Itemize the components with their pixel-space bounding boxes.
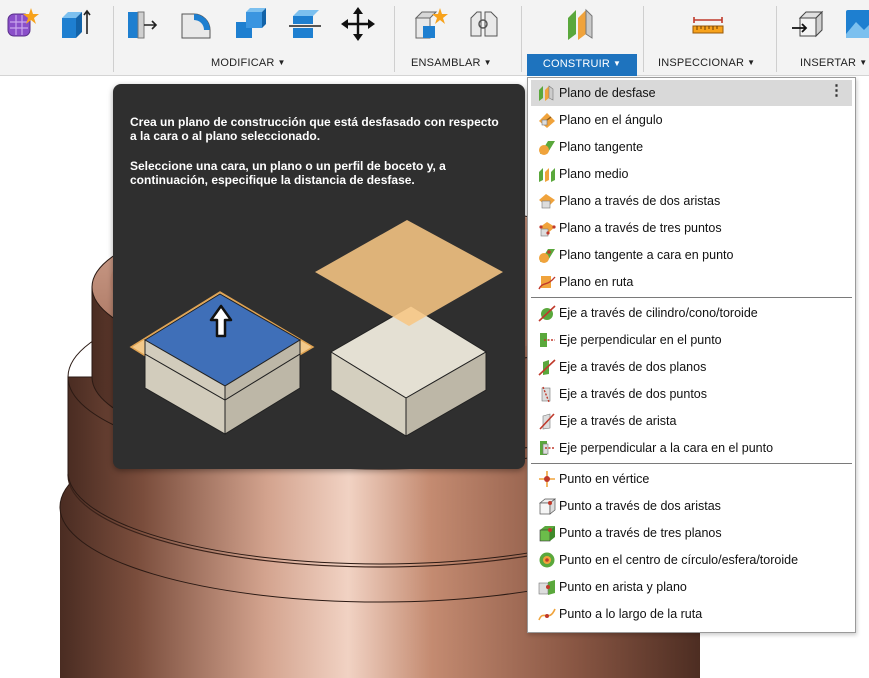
modify-menu-button[interactable]: MODIFICAR ▼ xyxy=(211,57,286,69)
point-along-path-icon xyxy=(538,608,556,621)
point-center-icon xyxy=(539,552,555,568)
create-form-icon[interactable] xyxy=(4,6,40,42)
menu-divider xyxy=(531,297,852,298)
toolbar-separator xyxy=(643,6,644,72)
inspect-menu-button[interactable]: INSPECCIONAR ▼ xyxy=(658,57,755,69)
axis-cylinder-icon xyxy=(538,305,556,322)
new-component-icon[interactable] xyxy=(412,6,448,42)
assemble-menu-button[interactable]: ENSAMBLAR ▼ xyxy=(411,57,492,69)
offset-plane-icon xyxy=(539,85,554,101)
menu-item-point-along-path[interactable]: Punto a lo largo de la ruta xyxy=(531,601,852,627)
measure-icon[interactable] xyxy=(690,6,726,42)
menu-item-axis-two-points[interactable]: Eje a través de dos puntos xyxy=(531,381,852,407)
tangent-plane-icon xyxy=(539,141,555,155)
plane-along-path-icon xyxy=(538,276,556,290)
construct-dropdown-menu: Plano de desfase ⋮ Plano en el ángulo Pl… xyxy=(527,77,856,633)
toolbar-separator xyxy=(776,6,777,72)
combine-icon[interactable] xyxy=(232,6,268,42)
menu-item-plane-three-points[interactable]: Plano a través de tres puntos xyxy=(531,215,852,241)
menu-item-axis-cylinder[interactable]: Eje a través de cilindro/cono/toroide xyxy=(531,300,852,326)
menu-item-axis-perpendicular-face[interactable]: Eje perpendicular a la cara en el punto xyxy=(531,435,852,461)
offset-plane-icon[interactable] xyxy=(562,6,598,42)
menu-item-axis-edge[interactable]: Eje a través de arista xyxy=(531,408,852,434)
menu-item-point-edge-plane[interactable]: Punto en arista y plano xyxy=(531,574,852,600)
point-three-planes-icon xyxy=(539,526,555,542)
insert-derive-icon[interactable] xyxy=(790,6,826,42)
menu-item-midplane[interactable]: Plano medio xyxy=(531,161,852,187)
plane-two-edges-icon xyxy=(539,194,555,209)
menu-item-point-center[interactable]: Punto en el centro de círculo/esfera/tor… xyxy=(531,547,852,573)
more-options-icon[interactable]: ⋮ xyxy=(829,83,844,99)
construct-menu-button[interactable]: CONSTRUIR ▼ xyxy=(527,54,637,76)
joint-icon[interactable] xyxy=(465,6,501,42)
menu-item-axis-perpendicular-point[interactable]: Eje perpendicular en el punto xyxy=(531,327,852,353)
menu-item-point-vertex[interactable]: Punto en vértice xyxy=(531,466,852,492)
offset-plane-illustration xyxy=(129,220,503,437)
midplane-icon xyxy=(539,168,555,182)
menu-divider xyxy=(531,463,852,464)
press-pull-icon[interactable] xyxy=(124,6,160,42)
menu-item-plane-tangent-face-point[interactable]: Plano tangente a cara en punto xyxy=(531,242,852,268)
point-vertex-icon xyxy=(539,471,555,487)
toolbar-separator xyxy=(394,6,395,72)
fillet-icon[interactable] xyxy=(178,6,214,42)
axis-two-planes-icon xyxy=(538,359,556,376)
menu-item-plane-at-angle[interactable]: Plano en el ángulo xyxy=(531,107,852,133)
plane-three-points-icon xyxy=(539,222,556,237)
tooltip-offset-plane: Crea un plano de construcción que está d… xyxy=(113,84,525,469)
toolbar-separator xyxy=(521,6,522,72)
toolbar-separator xyxy=(113,6,114,72)
point-edge-plane-icon xyxy=(538,580,555,595)
menu-item-point-two-edges[interactable]: Punto a través de dos aristas xyxy=(531,493,852,519)
plane-tangent-face-point-icon xyxy=(539,249,555,263)
menu-item-plane-along-path[interactable]: Plano en ruta xyxy=(531,269,852,295)
move-icon[interactable] xyxy=(340,6,376,42)
menu-item-plane-two-edges[interactable]: Plano a través de dos aristas xyxy=(531,188,852,214)
axis-perpendicular-face-icon xyxy=(540,441,555,455)
extrude-icon[interactable] xyxy=(56,6,92,42)
point-two-edges-icon xyxy=(539,498,556,515)
menu-item-offset-plane[interactable]: Plano de desfase ⋮ xyxy=(531,80,852,106)
axis-edge-icon xyxy=(539,413,555,430)
insert-canvas-icon[interactable] xyxy=(842,6,869,42)
axis-two-points-icon xyxy=(541,386,551,403)
split-body-icon[interactable] xyxy=(287,6,323,42)
menu-item-tangent-plane[interactable]: Plano tangente xyxy=(531,134,852,160)
toolbar: MODIFICAR ▼ ENSAMBLAR ▼ CONSTRUIR ▼ INSPECC… xyxy=(0,0,869,76)
plane-at-angle-icon xyxy=(539,113,555,128)
menu-item-point-three-planes[interactable]: Punto a través de tres planos xyxy=(531,520,852,546)
axis-perpendicular-point-icon xyxy=(540,333,555,347)
menu-item-axis-two-planes[interactable]: Eje a través de dos planos xyxy=(531,354,852,380)
insert-menu-button[interactable]: INSERTAR ▼ xyxy=(800,57,867,69)
